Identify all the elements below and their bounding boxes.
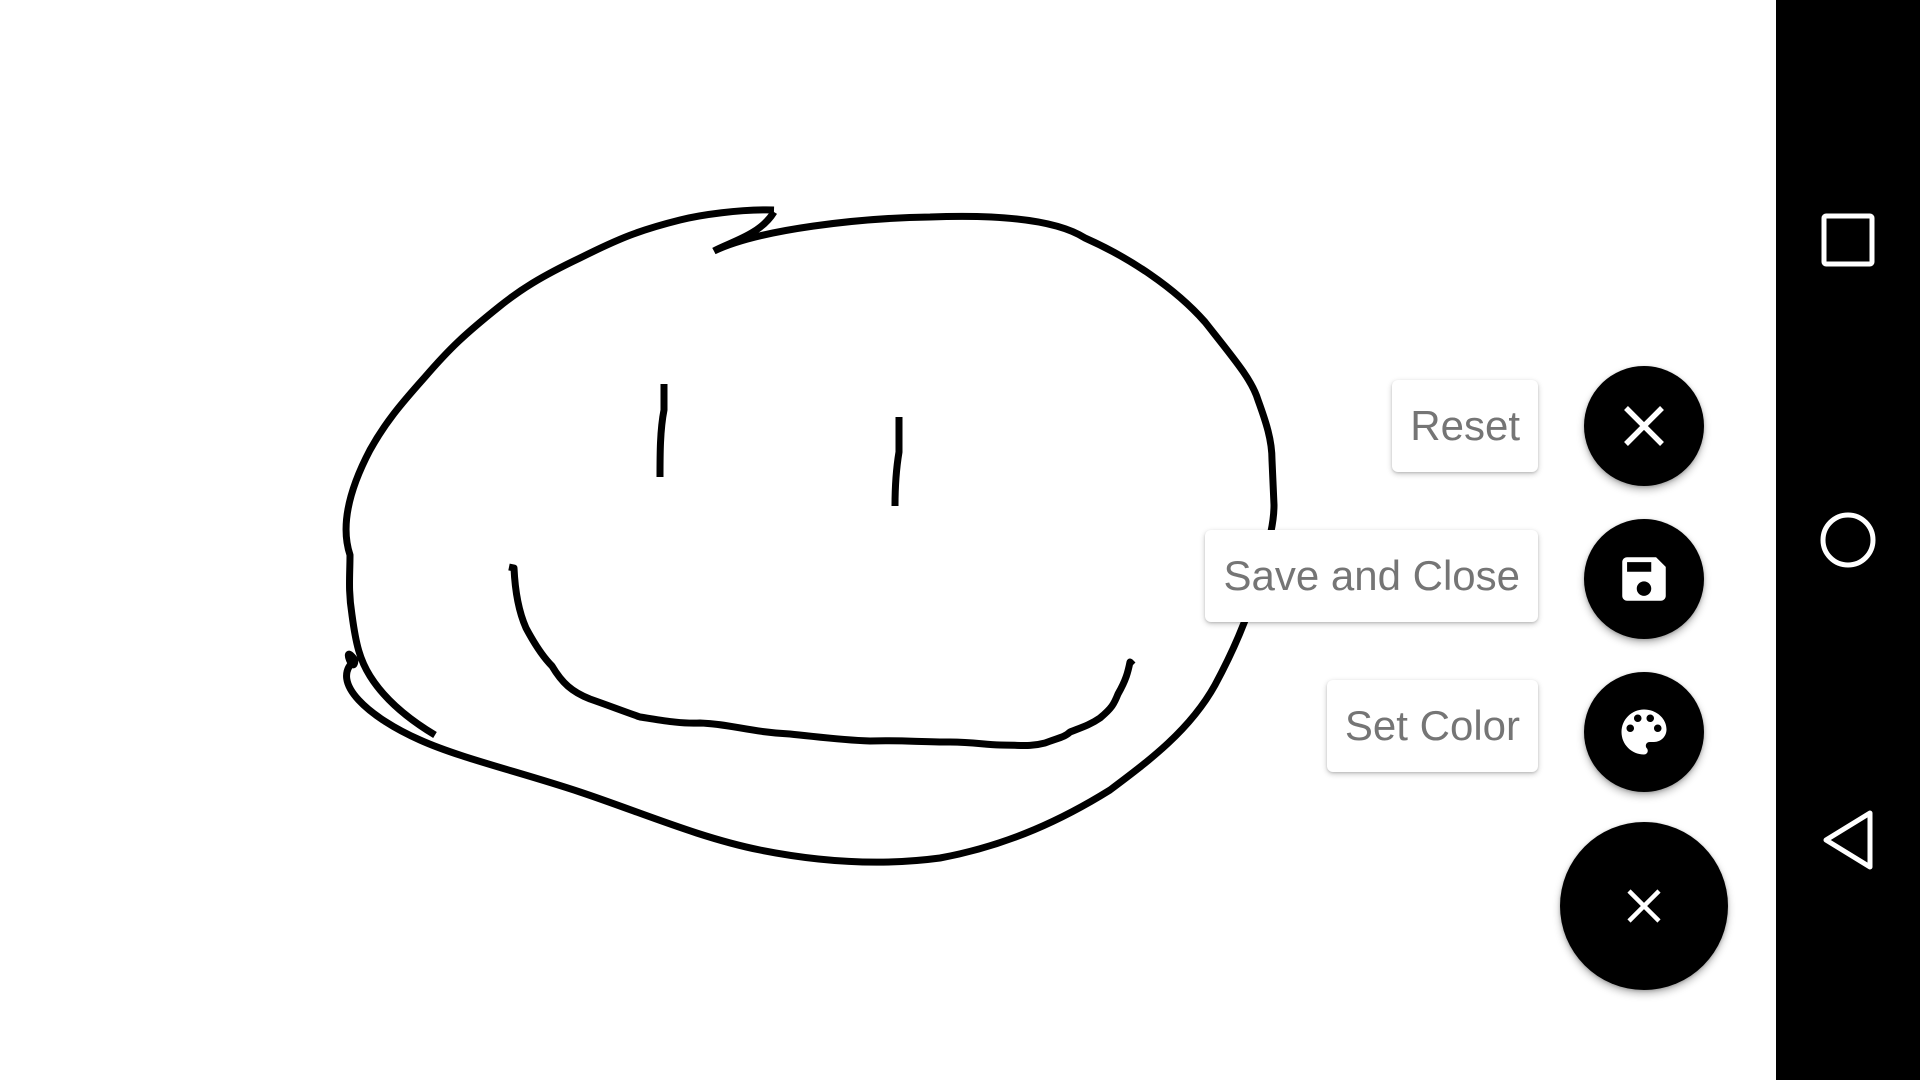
- set-color-button[interactable]: [1584, 672, 1704, 792]
- square-recents-icon: [1821, 213, 1875, 267]
- home-button[interactable]: [1812, 504, 1884, 576]
- circle-home-icon: [1820, 512, 1876, 568]
- face-outline-stroke-left: [342, 206, 775, 739]
- left-eye-stroke: [656, 384, 668, 478]
- triangle-back-icon: [1823, 810, 1873, 870]
- back-button[interactable]: [1812, 804, 1884, 876]
- right-eye-stroke: [891, 417, 903, 507]
- close-icon: [1627, 889, 1661, 923]
- save-and-close-button[interactable]: [1584, 519, 1704, 639]
- save-and-close-label[interactable]: Save and Close: [1205, 530, 1538, 622]
- palette-icon: [1621, 709, 1667, 755]
- navigation-bar: [1776, 0, 1920, 1080]
- fab-menu-close-button[interactable]: [1560, 822, 1728, 990]
- reset-button[interactable]: [1584, 366, 1704, 486]
- recents-button[interactable]: [1812, 204, 1884, 276]
- smile-stroke: [508, 563, 1136, 749]
- set-color-label[interactable]: Set Color: [1326, 680, 1538, 772]
- close-icon: [1624, 406, 1664, 446]
- floppy-save-icon: [1622, 557, 1666, 601]
- reset-label[interactable]: Reset: [1392, 380, 1538, 472]
